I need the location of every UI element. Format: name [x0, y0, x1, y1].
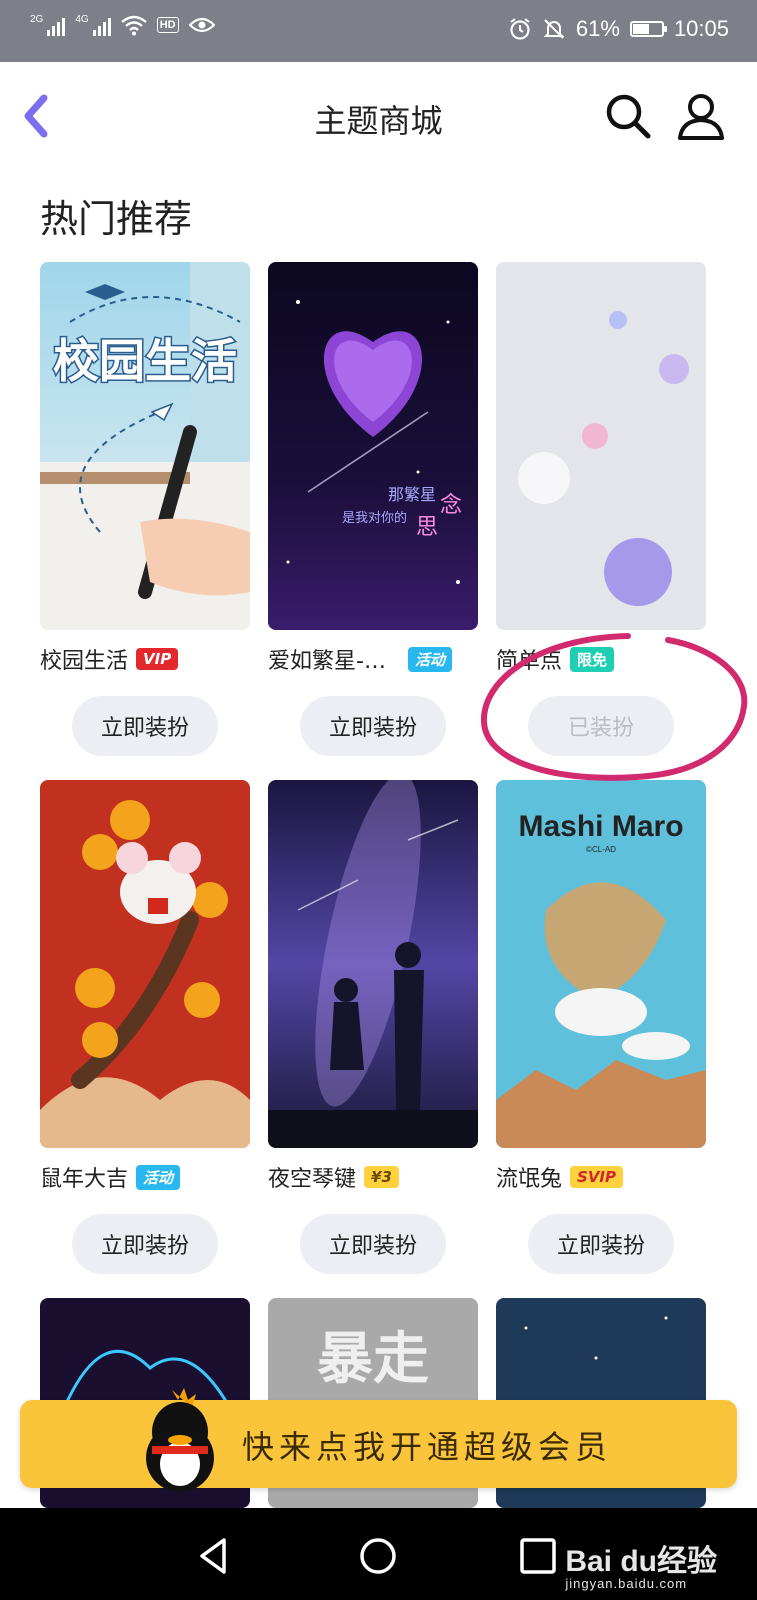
battery-icon	[629, 21, 667, 37]
nav-recents-icon[interactable]	[516, 1534, 560, 1578]
theme-thumbnail[interactable]: 校园生活	[40, 262, 250, 630]
alarm-icon	[510, 18, 530, 40]
theme-card[interactable]: 校园生活 校园生活 VIP 立即装扮	[40, 262, 250, 756]
theme-card[interactable]: 简单点 限免 已装扮	[496, 262, 706, 756]
theme-name: 鼠年大吉	[40, 1167, 129, 1192]
baidu-watermark: Bai du经验 jingyan.baidu.com	[565, 1536, 717, 1591]
user-icon[interactable]	[675, 90, 727, 142]
thumb-text-star2: 是我对你的	[342, 510, 407, 526]
apply-theme-button[interactable]: 立即装扮	[300, 696, 446, 756]
price-badge: ¥3	[364, 1166, 399, 1188]
theme-name: 夜空琴键	[268, 1167, 357, 1192]
thumb-text-star4: 思	[416, 515, 438, 540]
hd-icon: HD	[156, 17, 179, 33]
eye-icon	[188, 17, 215, 33]
applied-theme-button[interactable]: 已装扮	[528, 696, 674, 756]
status-bar: 2G 4G HD 61% 10:05	[0, 0, 757, 62]
theme-card[interactable]: 夜空琴键 ¥3 立即装扮	[268, 780, 478, 1274]
battery-fill	[632, 24, 649, 34]
app-header: 主题商城	[0, 62, 757, 172]
section-title: 热门推荐	[40, 197, 193, 241]
system-nav-bar: Bai du经验 jingyan.baidu.com	[0, 1508, 757, 1600]
nav-home-icon[interactable]	[356, 1534, 400, 1578]
theme-card[interactable]: 那繁星 是我对你的 念 思 爱如繁星-签... 活动 立即装扮	[268, 262, 478, 756]
svip-badge: SVIP	[570, 1166, 624, 1188]
vip-badge: VIP	[136, 648, 179, 670]
event-badge: 活动	[408, 646, 453, 672]
thumb-text-star3: 念	[440, 493, 462, 518]
theme-card[interactable]: 鼠年大吉 活动 立即装扮	[40, 780, 250, 1274]
thumb-title-bao: 暴走	[317, 1327, 429, 1392]
thumb-title-campus: 校园生活	[53, 334, 237, 388]
battery-percent: 61%	[575, 16, 620, 41]
theme-name: 简单点	[496, 649, 563, 674]
qq-penguin-icon	[146, 1388, 214, 1492]
free-badge: 限免	[570, 646, 615, 672]
event-badge: 活动	[136, 1164, 181, 1190]
clock: 10:05	[673, 16, 729, 41]
theme-name: 爱如繁星-签...	[268, 649, 400, 674]
thumb-title-mashimaro: Mashi Maro	[518, 810, 683, 843]
thumb-subtitle-mashimaro: ©CL-AD	[586, 845, 616, 854]
wifi-icon	[120, 15, 147, 36]
signal-4g-icon: 4G	[75, 14, 111, 36]
theme-thumbnail[interactable]: Mashi Maro ©CL-AD	[496, 780, 706, 1148]
mute-bell-icon	[543, 19, 565, 39]
theme-thumbnail[interactable]	[40, 780, 250, 1148]
theme-name: 流氓兔	[496, 1167, 563, 1192]
nav-back-icon[interactable]	[192, 1534, 236, 1578]
apply-theme-button[interactable]: 立即装扮	[72, 1214, 218, 1274]
apply-theme-button[interactable]: 立即装扮	[528, 1214, 674, 1274]
signal-2g-icon: 2G	[30, 14, 66, 36]
theme-name: 校园生活	[40, 649, 129, 674]
apply-theme-button[interactable]: 立即装扮	[300, 1214, 446, 1274]
theme-thumbnail[interactable]	[496, 262, 706, 630]
promo-text: 快来点我开通超级会员	[242, 1428, 613, 1466]
theme-thumbnail[interactable]: 那繁星 是我对你的 念 思	[268, 262, 478, 630]
theme-card[interactable]: Mashi Maro ©CL-AD 流氓兔 SVIP 立即装扮	[496, 780, 706, 1274]
watermark-url: jingyan.baidu.com	[565, 1576, 688, 1591]
vip-promo-banner[interactable]: 快来点我开通超级会员	[20, 1388, 737, 1492]
theme-thumbnail[interactable]	[268, 780, 478, 1148]
watermark-logo: Bai du经验	[565, 1545, 717, 1578]
thumb-text-star1: 那繁星	[388, 485, 436, 504]
search-icon[interactable]	[602, 90, 654, 142]
apply-theme-button[interactable]: 立即装扮	[72, 696, 218, 756]
